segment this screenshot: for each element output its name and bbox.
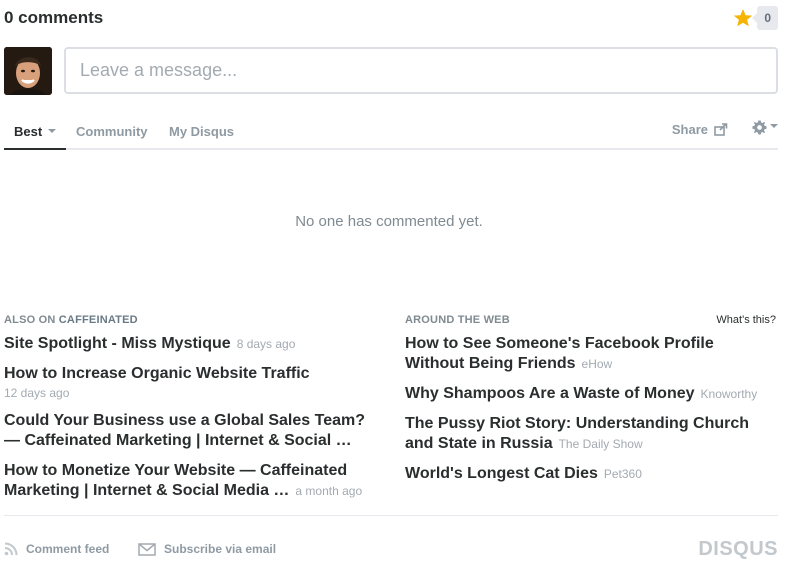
list-item[interactable]: Could Your Business use a Global Sales T… [4,411,376,451]
item-title[interactable]: Could Your Business use a Global Sales T… [4,412,365,449]
envelope-icon [138,542,156,556]
empty-state: No one has commented yet. [295,213,483,230]
item-source: Pet360 [603,467,642,481]
comments-header: 0 comments 0 [4,6,778,32]
item-title[interactable]: Why Shampoos Are a Waste of Money [405,385,695,402]
list-item[interactable]: Why Shampoos Are a Waste of Money Knowort… [405,384,777,404]
tab-community[interactable]: Community [76,124,148,139]
also-on-section: ALSO ON CAFFEINATED Site Spotlight - Mis… [4,314,376,511]
footer: Comment feed Subscribe via email DISQUS [4,515,778,565]
item-source: The Daily Show [558,437,643,451]
recommend-button[interactable]: 0 [733,6,778,30]
share-icon [714,123,728,136]
active-tab-indicator [4,148,66,150]
list-item[interactable]: World's Longest Cat Dies Pet360 [405,464,777,484]
comment-count: 0 comments [4,8,104,27]
list-item[interactable]: The Pussy Riot Story: Understanding Chur… [405,414,777,454]
share-button[interactable]: Share [672,122,728,137]
item-title[interactable]: World's Longest Cat Dies [405,465,598,482]
tab-best[interactable]: Best [14,124,57,139]
disqus-logo[interactable]: DISQUS [698,538,778,561]
subscribe-label: Subscribe via email [164,542,277,556]
tab-my-disqus[interactable]: My Disqus [169,124,234,139]
also-on-site[interactable]: CAFFEINATED [59,314,138,326]
also-on-prefix: ALSO ON [4,314,59,326]
item-meta: 12 days ago [4,386,70,400]
list-item[interactable]: How to See Someone's Facebook Profile Wi… [405,334,777,374]
chevron-down-icon [48,129,57,134]
message-box[interactable] [64,47,778,94]
list-item[interactable]: Site Spotlight - Miss Mystique 8 days ago [4,334,376,354]
item-meta: a month ago [295,484,363,498]
list-item[interactable]: How to Increase Organic Website Traffic … [4,364,376,401]
comment-feed-label: Comment feed [26,542,110,556]
message-input[interactable] [66,49,776,92]
rss-icon [4,542,18,556]
star-count-badge: 0 [752,6,778,30]
share-label: Share [671,122,708,137]
subscribe-email-link[interactable]: Subscribe via email [138,542,276,556]
whats-this-link[interactable]: What's this? [716,314,776,326]
item-title[interactable]: Site Spotlight - Miss Mystique [4,335,231,352]
also-on-heading: ALSO ON CAFFEINATED [4,314,376,326]
settings-button[interactable] [752,120,778,135]
item-title[interactable]: How to Increase Organic Website Traffic [4,365,310,382]
around-web-section: AROUND THE WEB What's this? How to See S… [405,314,777,494]
list-item[interactable]: How to Monetize Your Website — Caffeinat… [4,461,376,501]
item-source: eHow [581,357,613,371]
sort-tabs: Best Community My Disqus Share [4,116,778,150]
comment-feed-link[interactable]: Comment feed [4,542,109,556]
item-source: Knoworthy [700,387,758,401]
tab-best-label: Best [14,124,43,139]
avatar[interactable] [4,47,52,95]
item-title[interactable]: How to See Someone's Facebook Profile Wi… [405,335,714,372]
chevron-down-icon [770,124,778,128]
gear-icon [752,120,767,135]
item-meta: 8 days ago [236,337,296,351]
star-icon[interactable] [733,8,753,28]
